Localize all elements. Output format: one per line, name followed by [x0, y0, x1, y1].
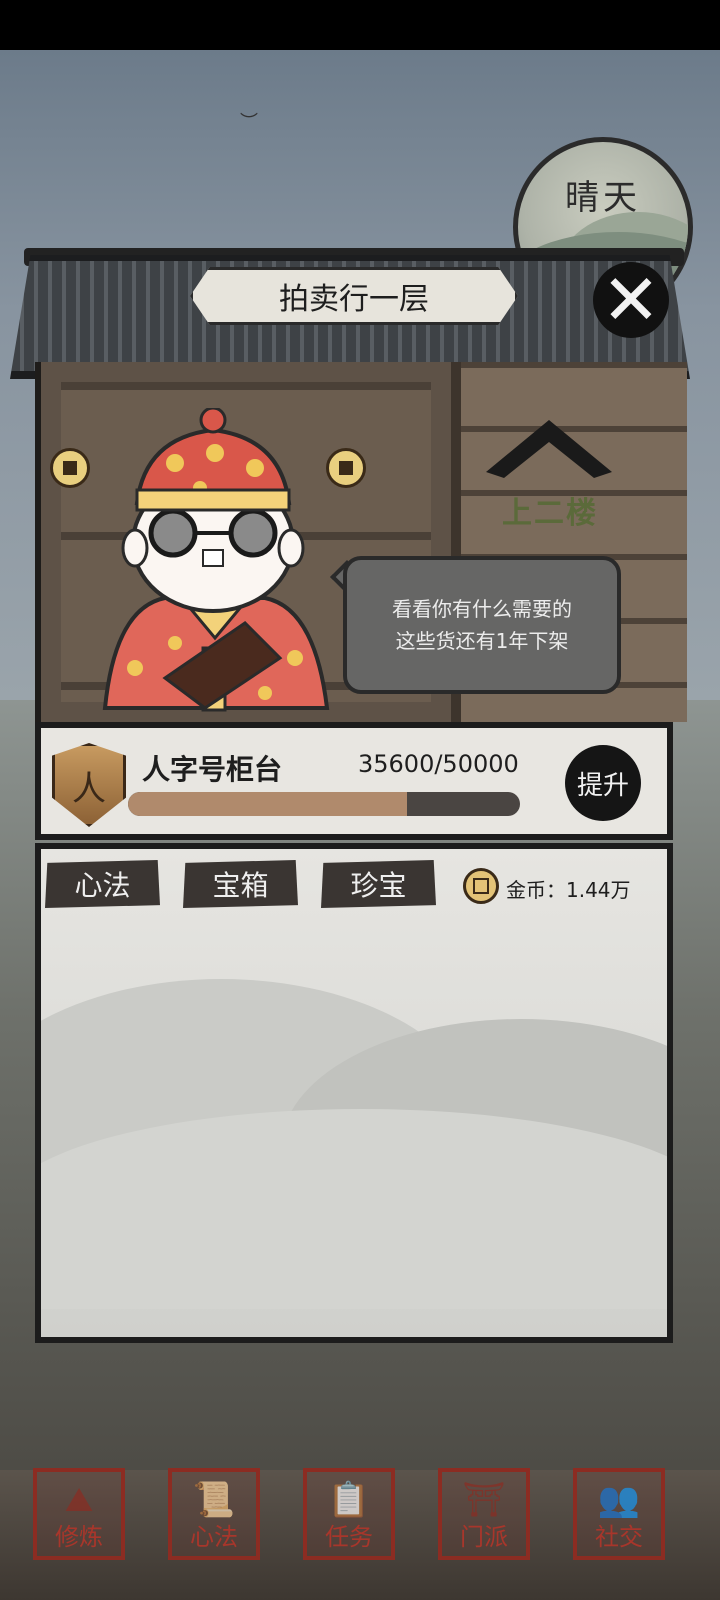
coin-icon — [50, 448, 90, 488]
npc-speech-bubble: 看看你有什么需要的 这些货还有1年下架 — [343, 556, 621, 694]
counter-progress-bar — [128, 792, 520, 816]
quest-icon: 📋 — [327, 1480, 371, 1520]
status-bar — [0, 0, 720, 50]
mountain-decoration — [41, 1109, 667, 1309]
counter-name: 人字号柜台 — [142, 753, 283, 786]
bird-icon: ︶ — [240, 112, 258, 133]
scroll-icon: 📜 — [192, 1480, 236, 1520]
progress-fill — [128, 792, 408, 816]
cultivate-icon: ⛰ — [64, 1480, 94, 1520]
dialog-line: 这些货还有1年下架 — [395, 629, 569, 653]
tab-zhenbao[interactable]: 珍宝 — [321, 860, 436, 908]
page-title: 拍卖行一层 — [190, 267, 518, 325]
shopkeeper-character — [102, 408, 330, 712]
gold-balance: 金币：1.44万 — [506, 878, 631, 902]
social-icon: 👥 — [597, 1480, 641, 1520]
nav-item-xinfa[interactable]: 📜 心法 — [168, 1468, 260, 1560]
items-panel — [35, 843, 673, 1343]
nav-item-label: 心法 — [190, 1523, 238, 1551]
tab-xinfa[interactable]: 心法 — [45, 860, 160, 908]
nav-item-shejiao[interactable]: 👥 社交 — [573, 1468, 665, 1560]
counter-progress-text: 35600/50000 — [358, 750, 519, 778]
weather-label: 晴天 — [565, 178, 641, 218]
upstairs-arrow-icon[interactable] — [486, 412, 612, 482]
nav-item-label: 任务 — [325, 1523, 373, 1551]
close-icon: ✕ — [601, 259, 661, 341]
nav-item-label: 修炼 — [55, 1523, 103, 1551]
upstairs-label[interactable]: 上二楼 — [470, 488, 630, 532]
nav-item-menpai[interactable]: ⛩ 门派 — [438, 1468, 530, 1560]
upgrade-button[interactable]: 提升 — [565, 745, 641, 821]
nav-item-label: 社交 — [595, 1523, 643, 1551]
sect-icon: ⛩ — [462, 1480, 506, 1520]
nav-item-renwu[interactable]: 📋 任务 — [303, 1468, 395, 1560]
dialog-line: 看看你有什么需要的 — [392, 597, 572, 621]
nav-item-label: 门派 — [460, 1523, 508, 1551]
nav-item-xiulian[interactable]: ⛰ 修炼 — [33, 1468, 125, 1560]
coin-icon — [326, 448, 366, 488]
gold-coin-icon — [463, 868, 499, 904]
tab-baoxiang[interactable]: 宝箱 — [183, 860, 298, 908]
close-button[interactable]: ✕ — [593, 262, 669, 338]
